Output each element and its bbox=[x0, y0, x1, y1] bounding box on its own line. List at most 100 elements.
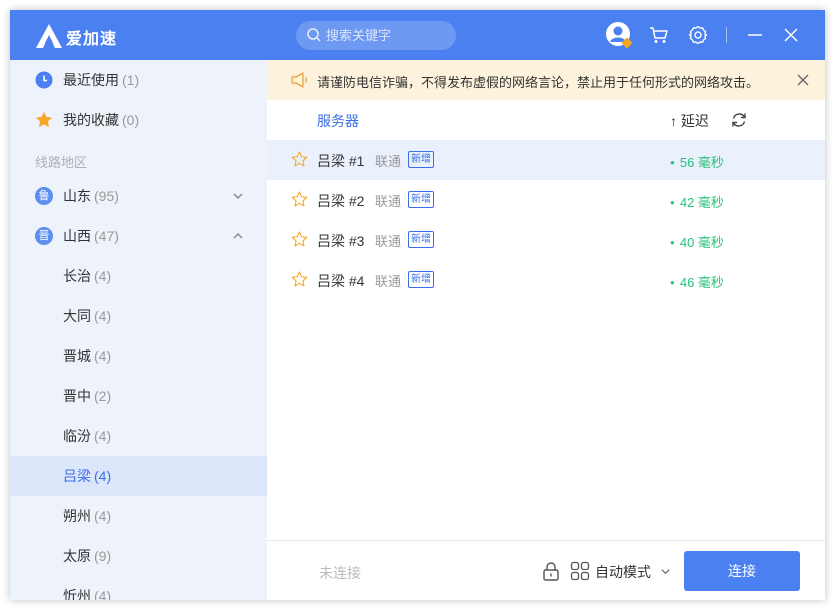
sidebar-item-label: 我的收藏 bbox=[63, 112, 119, 128]
sidebar-item-label: 长治 bbox=[63, 268, 91, 284]
sidebar-item-count: (4) bbox=[94, 468, 112, 484]
server-isp: 联通 bbox=[375, 194, 402, 209]
notice-bar: 请谨防电信诈骗，不得发布虚假的网络言论，禁止用于任何形式的网络攻击。 bbox=[267, 60, 825, 100]
connect-button[interactable]: 连接 bbox=[684, 551, 800, 591]
close-button[interactable] bbox=[778, 22, 804, 48]
server-latency: 56 毫秒 bbox=[670, 152, 724, 171]
server-latency: 42 毫秒 bbox=[670, 192, 724, 211]
sidebar-item-label: 山西 bbox=[63, 228, 91, 244]
notice-text: 请谨防电信诈骗，不得发布虚假的网络言论，禁止用于任何形式的网络攻击。 bbox=[317, 75, 760, 90]
sidebar-item-favorites[interactable]: 我的收藏 (0) bbox=[10, 100, 267, 140]
chevron-down-icon[interactable] bbox=[660, 566, 671, 577]
sidebar-item-label: 朔州 bbox=[63, 508, 91, 524]
search-icon bbox=[307, 28, 321, 42]
user-avatar[interactable] bbox=[605, 21, 633, 49]
new-badge: 新增 bbox=[408, 191, 434, 208]
sidebar-item-count: (4) bbox=[94, 348, 112, 364]
sidebar: 最近使用 (1) 我的收藏 (0) 线路地区 鲁 山东 (95) 晋 山西 (4… bbox=[10, 60, 267, 600]
sidebar-item-city[interactable]: 忻州 (4) bbox=[10, 576, 267, 600]
region-section-caption: 线路地区 bbox=[35, 155, 88, 170]
sidebar-item-city-selected[interactable]: 吕梁 (4) bbox=[10, 456, 267, 496]
sidebar-item-city[interactable]: 晋城 (4) bbox=[10, 336, 267, 376]
favorite-star-icon[interactable] bbox=[291, 271, 308, 288]
column-header-server[interactable]: 服务器 bbox=[317, 111, 359, 131]
footer-bar: 未连接 自动模式 连接 bbox=[267, 540, 825, 600]
server-row[interactable]: 吕梁 #2 联通 新增 42 毫秒 bbox=[267, 180, 825, 220]
sidebar-item-city[interactable]: 晋中 (2) bbox=[10, 376, 267, 416]
new-badge: 新增 bbox=[408, 151, 434, 168]
sidebar-item-count: (1) bbox=[122, 72, 140, 88]
sidebar-item-label: 太原 bbox=[63, 548, 91, 564]
sidebar-item-count: (4) bbox=[94, 268, 112, 284]
sidebar-item-city[interactable]: 太原 (9) bbox=[10, 536, 267, 576]
server-isp: 联通 bbox=[375, 234, 402, 249]
titlebar-divider bbox=[726, 27, 727, 43]
sidebar-item-count: (4) bbox=[94, 588, 112, 600]
server-list-header: 服务器 ↑ 延迟 bbox=[267, 100, 825, 140]
server-row[interactable]: 吕梁 #3 联通 新增 40 毫秒 bbox=[267, 220, 825, 260]
star-icon bbox=[35, 111, 53, 128]
server-name: 吕梁 #3 bbox=[317, 233, 365, 249]
refresh-icon[interactable] bbox=[730, 111, 748, 129]
sidebar-item-city[interactable]: 长治 (4) bbox=[10, 256, 267, 296]
sidebar-item-label: 临汾 bbox=[63, 428, 91, 444]
server-isp: 联通 bbox=[375, 274, 402, 289]
sidebar-item-shanxi[interactable]: 晋 山西 (47) bbox=[10, 216, 267, 256]
server-name: 吕梁 #1 bbox=[317, 153, 365, 169]
cart-icon bbox=[650, 27, 668, 43]
close-icon bbox=[784, 28, 798, 42]
sidebar-item-label: 最近使用 bbox=[63, 72, 119, 88]
sidebar-item-label: 晋城 bbox=[63, 348, 91, 364]
sidebar-item-recent[interactable]: 最近使用 (1) bbox=[10, 60, 267, 100]
avatar-icon bbox=[606, 22, 633, 49]
sidebar-item-count: (9) bbox=[94, 548, 112, 564]
chevron-up-icon bbox=[233, 233, 243, 239]
sidebar-item-city[interactable]: 大同 (4) bbox=[10, 296, 267, 336]
server-name: 吕梁 #4 bbox=[317, 273, 365, 289]
mode-selector[interactable]: 自动模式 bbox=[595, 562, 651, 582]
sidebar-item-city[interactable]: 临汾 (4) bbox=[10, 416, 267, 456]
favorite-star-icon[interactable] bbox=[291, 231, 308, 248]
sidebar-item-count: (95) bbox=[94, 188, 119, 204]
search-input[interactable] bbox=[326, 21, 451, 50]
chevron-down-icon bbox=[233, 193, 243, 199]
search-box[interactable] bbox=[296, 21, 456, 50]
sidebar-item-label: 大同 bbox=[63, 308, 91, 324]
title-bar: 爱加速 bbox=[10, 10, 825, 60]
sidebar-item-label: 晋中 bbox=[63, 388, 91, 404]
connection-status: 未连接 bbox=[319, 565, 361, 581]
server-row[interactable]: 吕梁 #4 联通 新增 46 毫秒 bbox=[267, 260, 825, 300]
minimize-icon bbox=[748, 34, 762, 36]
sidebar-item-label: 山东 bbox=[63, 188, 91, 204]
province-badge: 晋 bbox=[35, 227, 53, 245]
sidebar-item-count: (4) bbox=[94, 428, 112, 444]
sidebar-item-count: (2) bbox=[94, 388, 112, 404]
gear-icon bbox=[688, 25, 708, 45]
server-latency: 40 毫秒 bbox=[670, 232, 724, 251]
server-row-selected[interactable]: 吕梁 #1 联通 新增 56 毫秒 bbox=[267, 140, 825, 180]
server-name: 吕梁 #2 bbox=[317, 193, 365, 209]
server-latency: 46 毫秒 bbox=[670, 272, 724, 291]
favorite-star-icon[interactable] bbox=[291, 191, 308, 208]
sidebar-item-count: (4) bbox=[94, 508, 112, 524]
clock-icon bbox=[35, 71, 53, 89]
sidebar-item-label: 吕梁 bbox=[63, 468, 91, 484]
minimize-button[interactable] bbox=[742, 22, 768, 48]
sidebar-item-shandong[interactable]: 鲁 山东 (95) bbox=[10, 176, 267, 216]
app-window: 爱加速 搜索关键字 最近使用 (1) 我的收藏 (0) 线路地区 鲁 山东 (9… bbox=[10, 10, 825, 600]
megaphone-icon bbox=[291, 72, 307, 88]
close-icon[interactable] bbox=[796, 73, 810, 87]
app-title: 爱加速 bbox=[66, 31, 118, 48]
sidebar-item-count: (4) bbox=[94, 308, 112, 324]
favorite-star-icon[interactable] bbox=[291, 151, 308, 168]
lock-icon[interactable] bbox=[542, 561, 560, 581]
sidebar-item-count: (47) bbox=[94, 228, 119, 244]
sidebar-item-city[interactable]: 朔州 (4) bbox=[10, 496, 267, 536]
column-header-latency[interactable]: ↑ 延迟 bbox=[670, 111, 709, 131]
shop-button[interactable] bbox=[646, 22, 672, 48]
mode-grid-icon[interactable] bbox=[570, 561, 590, 581]
server-isp: 联通 bbox=[375, 154, 402, 169]
sidebar-item-label: 忻州 bbox=[63, 588, 91, 600]
settings-button[interactable] bbox=[685, 22, 711, 48]
new-badge: 新增 bbox=[408, 271, 434, 288]
